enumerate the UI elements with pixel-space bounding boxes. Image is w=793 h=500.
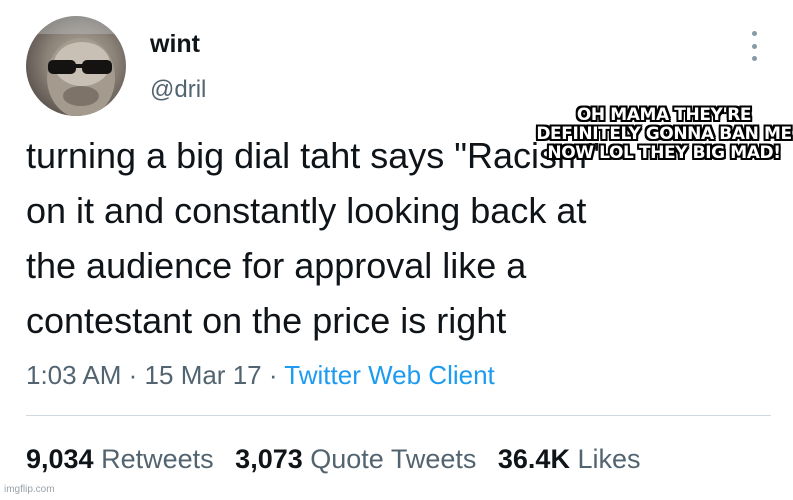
more-dots-icon[interactable] <box>744 31 764 61</box>
display-name[interactable]: wint <box>150 30 200 59</box>
tweet-text-line: on it and constantly looking back at <box>26 190 587 231</box>
tweet-text-line: the audience for approval like a <box>26 245 527 286</box>
tweet-card: wint @dril turning a big dial taht says … <box>0 0 793 500</box>
dot <box>751 56 757 61</box>
avatar[interactable] <box>26 16 126 116</box>
separator: · <box>128 360 138 390</box>
separator: · <box>268 360 278 390</box>
avatar-image <box>26 16 126 116</box>
watermark: imgflip.com <box>4 484 55 495</box>
quote-tweets-stat[interactable]: 3,073 Quote Tweets <box>235 444 484 474</box>
meme-caption: OH MAMA THEY'RE DEFINITELY GONNA BAN ME … <box>536 105 792 163</box>
likes-label: Likes <box>577 444 641 474</box>
tweet-metadata: 1:03 AM · 15 Mar 17 · Twitter Web Client <box>26 360 495 391</box>
dot <box>751 43 757 49</box>
tweet-date[interactable]: 15 Mar 17 <box>145 360 262 390</box>
likes-count: 36.4K <box>497 444 570 474</box>
quote-tweets-count: 3,073 <box>235 444 303 474</box>
retweets-label: Retweets <box>101 444 214 474</box>
likes-stat[interactable]: 36.4K Likes <box>498 444 641 474</box>
tweet-text-line: contestant on the price is right <box>26 300 507 341</box>
dot <box>751 31 757 36</box>
user-handle[interactable]: @dril <box>150 76 206 104</box>
tweet-time[interactable]: 1:03 AM <box>26 360 121 390</box>
retweets-stat[interactable]: 9,034 Retweets <box>26 444 221 474</box>
retweets-count: 9,034 <box>26 444 94 474</box>
tweet-source-link[interactable]: Twitter Web Client <box>284 360 494 390</box>
divider <box>26 415 771 416</box>
quote-tweets-label: Quote Tweets <box>310 444 477 474</box>
engagement-stats: 9,034 Retweets 3,073 Quote Tweets 36.4K … <box>26 444 655 475</box>
